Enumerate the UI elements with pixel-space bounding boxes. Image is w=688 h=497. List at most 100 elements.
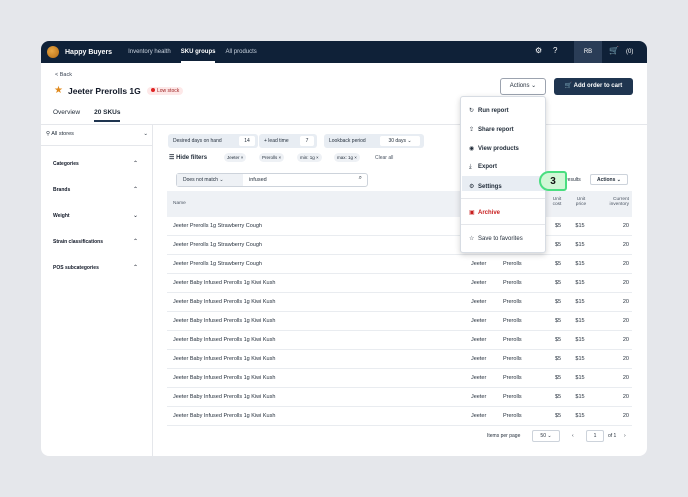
col-inventory[interactable]: Current inventory — [601, 197, 629, 207]
clear-all-link[interactable]: Clear all — [375, 155, 393, 161]
filter-chip-min[interactable]: min: 1g × — [297, 153, 322, 162]
star-icon[interactable]: ★ — [54, 85, 63, 96]
table-row[interactable]: Jeeter Baby Infused Prerolls 1g Kiwi Kus… — [167, 312, 632, 331]
row-unit-cost: $5 — [554, 299, 562, 305]
row-unit-cost: $5 — [554, 223, 562, 229]
cart-icon[interactable]: 🛒 — [609, 46, 619, 55]
nav-sku-groups[interactable]: SKU groups — [180, 41, 216, 63]
menu-item-export[interactable]: ⤓ Export — [469, 164, 497, 171]
facet-label: Brands — [53, 187, 71, 193]
row-name: Jeeter Prerolls 1g Strawberry Cough — [173, 261, 262, 267]
tab-skus[interactable]: 20 SKUs — [94, 109, 121, 122]
table-row[interactable]: Jeeter Baby Infused Prerolls 1g Kiwi Kus… — [167, 407, 632, 426]
row-brand: Jeeter — [471, 375, 487, 381]
menu-item-view-products[interactable]: ◉ View products — [469, 145, 519, 152]
cart-count[interactable]: (0) — [626, 41, 633, 63]
col-name[interactable]: Name — [173, 201, 186, 206]
close-icon[interactable]: × — [354, 155, 357, 160]
desired-days-filter[interactable]: Desired days on hand 14 — [168, 134, 258, 148]
row-category: Prerolls — [503, 413, 522, 419]
menu-item-share-report[interactable]: ⇪ Share report — [469, 126, 514, 133]
share-icon: ⇪ — [469, 127, 475, 133]
tab-overview[interactable]: Overview — [53, 109, 80, 122]
table-row[interactable]: Jeeter Prerolls 1g Strawberry Cough Jeete… — [167, 255, 632, 274]
row-unit-price: $15 — [575, 242, 585, 248]
search-input[interactable]: infused — [249, 174, 267, 186]
chevron-right-icon[interactable]: › — [624, 433, 626, 439]
table-row[interactable]: Jeeter Prerolls 1g Strawberry Cough $5 $15… — [167, 236, 632, 255]
row-category: Prerolls — [503, 337, 522, 343]
help-icon[interactable]: ? — [553, 46, 557, 55]
store-select-label: All stores — [51, 131, 74, 137]
add-order-label: Add order to cart — [573, 83, 623, 89]
row-unit-cost: $5 — [554, 394, 562, 400]
chevron-left-icon[interactable]: ‹ — [572, 433, 574, 439]
lead-time-filter[interactable]: + lead time 7 — [259, 134, 317, 148]
table-row[interactable]: Jeeter Baby Infused Prerolls 1g Kiwi Kus… — [167, 388, 632, 407]
row-inventory: 20 — [622, 242, 629, 248]
close-icon[interactable]: × — [241, 155, 244, 160]
col-unit-price[interactable]: Unit price — [572, 197, 590, 207]
row-category: Prerolls — [503, 375, 522, 381]
menu-item-settings[interactable]: ⚙ Settings — [469, 183, 502, 190]
table-row[interactable]: Jeeter Baby Infused Prerolls 1g Kiwi Kus… — [167, 331, 632, 350]
lookback-label: Lookback period — [329, 138, 366, 144]
back-link[interactable]: < Back — [55, 72, 72, 78]
close-icon[interactable]: × — [279, 155, 282, 160]
match-mode-select[interactable]: Does not match ⌄ — [177, 174, 243, 186]
row-brand: Jeeter — [471, 318, 487, 324]
table-row[interactable]: Jeeter Baby Infused Prerolls 1g Kiwi Kus… — [167, 369, 632, 388]
close-icon[interactable]: × — [316, 155, 319, 160]
filter-chip-max[interactable]: max: 1g × — [334, 153, 360, 162]
filter-chip-jeeter[interactable]: Jeeter × — [224, 153, 247, 162]
hide-filters-button[interactable]: ☰ Hide filters — [169, 154, 207, 161]
page-input[interactable]: 1 — [586, 430, 604, 442]
row-category: Prerolls — [503, 394, 522, 400]
divider — [461, 198, 545, 199]
page-total: of 1 — [608, 433, 617, 439]
lead-time-label: + lead time — [264, 138, 289, 144]
nav-all-products[interactable]: All products — [225, 41, 256, 63]
table-actions-button[interactable]: Actions ⌄ — [590, 174, 628, 185]
actions-button-label: Actions — [509, 83, 530, 89]
add-order-button[interactable]: 🛒 Add order to cart — [554, 78, 633, 95]
facet-categories[interactable]: Categories ⌃ — [53, 161, 138, 167]
table-body: Jeeter Prerolls 1g Strawberry Cough $5 $15… — [167, 217, 632, 426]
lead-time-value[interactable]: 7 — [300, 136, 314, 146]
row-unit-cost: $5 — [554, 356, 562, 362]
chevron-down-icon: ⌄ — [616, 177, 621, 183]
store-select[interactable]: ⚲ All stores ⌄ — [46, 131, 148, 137]
filter-chip-prerolls[interactable]: Prerolls × — [259, 153, 285, 162]
menu-item-run-report[interactable]: ↻ Run report — [469, 107, 509, 114]
actions-button[interactable]: Actions ⌄ — [500, 78, 546, 95]
facet-pos-subcategories[interactable]: POS subcategories ⌃ — [53, 265, 138, 271]
col-unit-cost[interactable]: Unit cost — [549, 197, 565, 207]
lookback-value[interactable]: 30 days ⌄ — [380, 136, 420, 146]
hide-filters-label: Hide filters — [176, 155, 208, 161]
menu-item-archive[interactable]: ▣ Archive — [469, 209, 500, 216]
facet-strain-classifications[interactable]: Strain classifications ⌃ — [53, 239, 138, 245]
sidebar: ⚲ All stores ⌄ Categories ⌃ Brands ⌃ Weight… — [41, 125, 153, 456]
avatar[interactable]: RB — [574, 41, 602, 63]
menu-item-save-favorites[interactable]: ☆ Save to favorites — [469, 235, 523, 242]
filter-chip-label: Jeeter — [227, 155, 240, 160]
chevron-up-icon: ⌃ — [132, 265, 138, 271]
items-per-page-value: 50 — [540, 433, 546, 439]
row-name: Jeeter Prerolls 1g Strawberry Cough — [173, 242, 262, 248]
desired-days-value[interactable]: 14 — [239, 136, 255, 146]
row-unit-price: $15 — [575, 261, 585, 267]
gear-icon[interactable]: ⚙ — [535, 46, 542, 55]
search-icon[interactable]: ⌕ — [359, 175, 362, 182]
lookback-filter[interactable]: Lookback period 30 days ⌄ — [324, 134, 424, 148]
facet-weight[interactable]: Weight ⌄ — [53, 213, 138, 219]
filter-chip-label: Prerolls — [262, 155, 278, 160]
table-row[interactable]: Jeeter Baby Infused Prerolls 1g Kiwi Kus… — [167, 350, 632, 369]
items-per-page-select[interactable]: 50 ⌄ — [532, 430, 560, 442]
row-category: Prerolls — [503, 356, 522, 362]
nav-inventory-health[interactable]: Inventory health — [128, 41, 171, 63]
table-row[interactable]: Jeeter Baby Infused Prerolls 1g Kiwi Kus… — [167, 274, 632, 293]
facet-brands[interactable]: Brands ⌃ — [53, 187, 138, 193]
table-row[interactable]: Jeeter Prerolls 1g Strawberry Cough $5 $15… — [167, 217, 632, 236]
table-row[interactable]: Jeeter Baby Infused Prerolls 1g Kiwi Kus… — [167, 293, 632, 312]
row-category: Prerolls — [503, 299, 522, 305]
